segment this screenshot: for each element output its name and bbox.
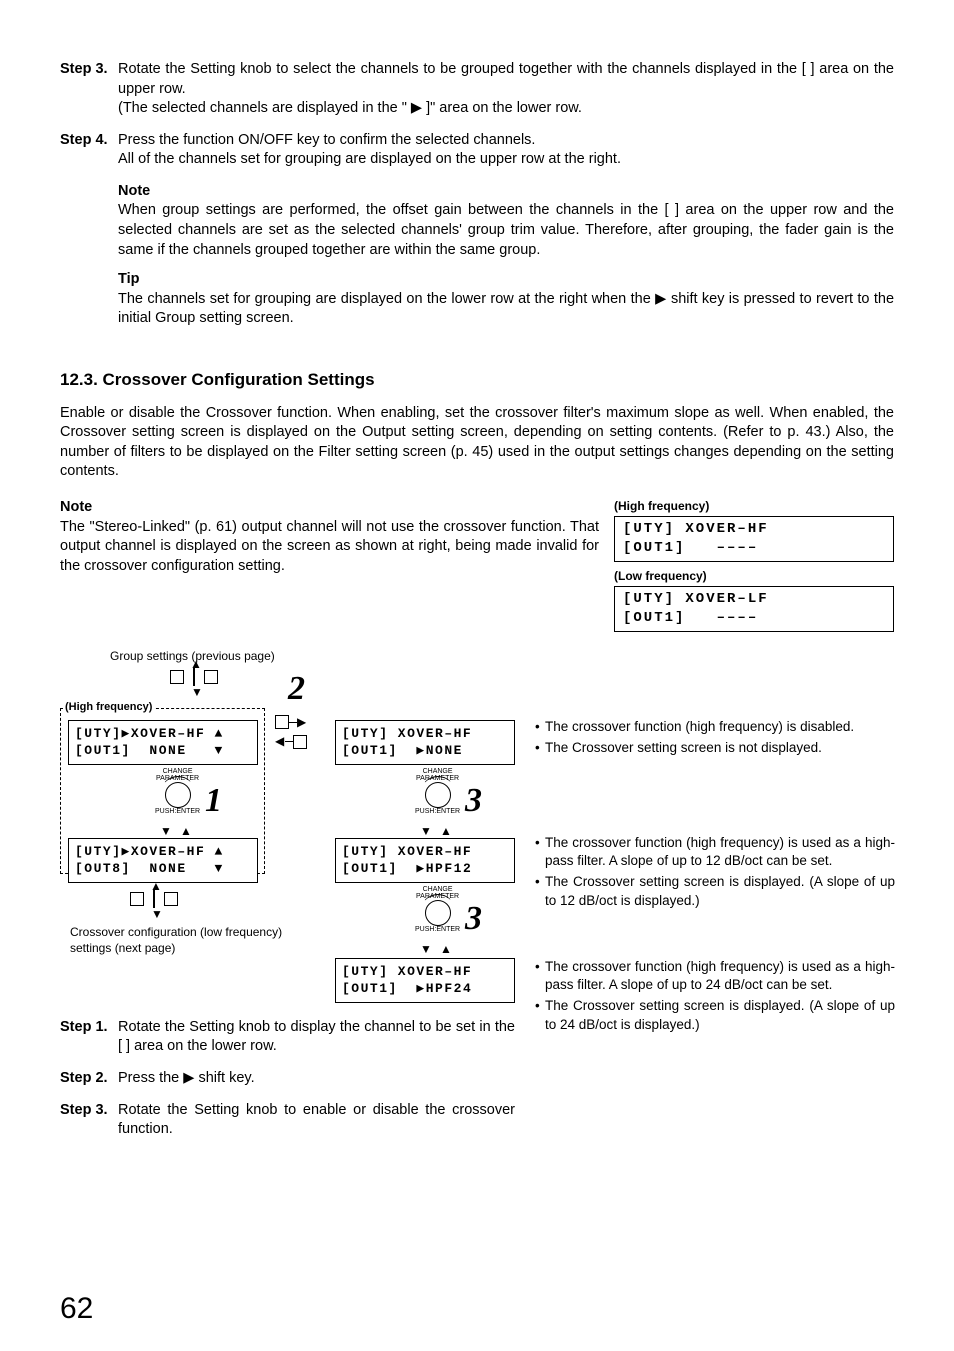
note-hdr: Note	[118, 182, 894, 202]
triangle-right-icon: ▶	[411, 99, 422, 119]
step2-a: Press the	[118, 1070, 183, 1086]
step3b-label: Step 3.	[60, 1101, 118, 1140]
step4-text: Press the function ON/OFF key to confirm…	[118, 132, 535, 148]
b1b: The Crossover setting screen is not disp…	[545, 739, 822, 757]
lcd-d: [UTY] XOVER–HF [OUT1] ▶HPF12	[335, 838, 515, 883]
note-block: Note When group settings are performed, …	[118, 182, 894, 260]
step3-bot: Step 3. Rotate the Setting knob to enabl…	[60, 1101, 515, 1140]
lcd-c-l1: [UTY] XOVER–HF	[342, 726, 472, 741]
lcd-e-l1: [UTY] XOVER–HF	[342, 964, 472, 979]
step3-extra-a: (The selected channels are displayed in …	[118, 100, 411, 116]
lcd-b-l2: [OUT8] NONE ▼	[75, 861, 224, 876]
bullets-hpf12: •The crossover function (high frequency)…	[535, 834, 895, 913]
arrow-up-icon: ▲	[440, 823, 452, 839]
num-2: 2	[288, 666, 305, 712]
nav-icon: ▲▼	[170, 668, 218, 688]
arrow-up-icon: ▲	[440, 941, 452, 957]
step1-bot: Step 1. Rotate the Setting knob to displ…	[60, 1018, 515, 1057]
step3-body: Rotate the Setting knob to select the ch…	[118, 60, 894, 119]
tip-block: Tip The channels set for grouping are di…	[118, 270, 894, 329]
page-number: 62	[60, 1289, 93, 1330]
nav-icon-3: ▲▼	[130, 890, 178, 910]
arrow-down-icon: ▼	[160, 823, 172, 839]
crossover-diagram: Group settings (previous page) ▲▼ 2 ▶ ◀ …	[60, 638, 894, 1288]
knob-push-label: PUSH:ENTER	[155, 808, 200, 815]
tip-hdr: Tip	[118, 270, 894, 290]
note-body: When group settings are performed, the o…	[118, 201, 894, 260]
step4-extra: All of the channels set for grouping are…	[118, 151, 621, 167]
knob-3a: CHANGEPARAMETER PUSH:ENTER	[415, 768, 460, 815]
arrow-up-icon: ▲	[180, 823, 192, 839]
lcd-a-l1: [UTY]▶XOVER–HF ▲	[75, 726, 224, 741]
bullet-icon: •	[535, 873, 545, 909]
step3-extra-b: ]" area on the lower row.	[422, 100, 582, 116]
nav-icon-2: ▶ ◀	[275, 713, 307, 752]
lf-label: (Low frequency)	[614, 568, 894, 584]
lcd-a: [UTY]▶XOVER–HF ▲ [OUT1] NONE ▼	[68, 720, 258, 765]
step3-text: Rotate the Setting knob to select the ch…	[118, 61, 894, 97]
step2-label: Step 2.	[60, 1069, 118, 1089]
step1-body: Rotate the Setting knob to display the c…	[118, 1018, 515, 1057]
step2-b: shift key.	[194, 1070, 254, 1086]
lcd-b: [UTY]▶XOVER–HF ▲ [OUT8] NONE ▼	[68, 838, 258, 883]
note2-body: The "Stereo-Linked" (p. 61) output chann…	[60, 518, 600, 577]
lcd-e-l2: [OUT1] ▶HPF24	[342, 981, 472, 996]
bullet-icon: •	[535, 997, 545, 1033]
intro-text: Enable or disable the Crossover function…	[60, 404, 894, 482]
lcd-a-l2: [OUT1] NONE ▼	[75, 743, 224, 758]
arrow-down-icon: ▼	[420, 823, 432, 839]
b3a: The crossover function (high frequency) …	[545, 958, 895, 994]
step3-label: Step 3.	[60, 60, 118, 119]
knob-3b: CHANGEPARAMETER PUSH:ENTER	[415, 886, 460, 933]
tip-body: The channels set for grouping are displa…	[118, 290, 894, 329]
triangle-right-icon: ▶	[183, 1070, 194, 1086]
step3-top: Step 3. Rotate the Setting knob to selec…	[60, 60, 894, 119]
lcd-hf-l2: [OUT1] ––––	[623, 540, 758, 556]
knob-1: CHANGEPARAMETER PUSH:ENTER	[155, 768, 200, 815]
lcd-d-l1: [UTY] XOVER–HF	[342, 844, 472, 859]
step1-label: Step 1.	[60, 1018, 118, 1057]
bullets-none: •The crossover function (high frequency)…	[535, 718, 895, 760]
tip-a: The channels set for grouping are displa…	[118, 291, 655, 307]
lcd-lf-l1: [UTY] XOVER–LF	[623, 591, 769, 607]
bullet-icon: •	[535, 834, 545, 870]
hf-inline-label: (High frequency)	[63, 700, 154, 715]
bullet-icon: •	[535, 739, 545, 757]
next-page-label: Crossover configuration (low frequency) …	[70, 924, 320, 956]
section-heading: 12.3. Crossover Configuration Settings	[60, 369, 894, 392]
lcd-c-l2: [OUT1] ▶NONE	[342, 743, 463, 758]
lcd-lf-l2: [OUT1] ––––	[623, 610, 758, 626]
b2a: The crossover function (high frequency) …	[545, 834, 895, 870]
lcd-lf-example: [UTY] XOVER–LF [OUT1] ––––	[614, 586, 894, 632]
arrow-down-icon: ▼	[420, 941, 432, 957]
num-1: 1	[205, 778, 222, 824]
step2-body: Press the ▶ shift key.	[118, 1069, 515, 1089]
lcd-d-l2: [OUT1] ▶HPF12	[342, 861, 472, 876]
triangle-right-icon: ▶	[655, 291, 666, 307]
num-3a: 3	[465, 778, 482, 824]
lcd-e: [UTY] XOVER–HF [OUT1] ▶HPF24	[335, 958, 515, 1003]
lcd-c: [UTY] XOVER–HF [OUT1] ▶NONE	[335, 720, 515, 765]
lcd-b-l1: [UTY]▶XOVER–HF ▲	[75, 844, 224, 859]
step4-body: Press the function ON/OFF key to confirm…	[118, 131, 894, 170]
lcd-hf-example: [UTY] XOVER–HF [OUT1] ––––	[614, 516, 894, 562]
b3b: The Crossover setting screen is displaye…	[545, 997, 895, 1033]
step2-bot: Step 2. Press the ▶ shift key.	[60, 1069, 515, 1089]
step4-label: Step 4.	[60, 131, 118, 170]
num-3b: 3	[465, 896, 482, 942]
b2b: The Crossover setting screen is displaye…	[545, 873, 895, 909]
step4-top: Step 4. Press the function ON/OFF key to…	[60, 131, 894, 170]
hf-label: (High frequency)	[614, 498, 894, 514]
bottom-steps: Step 1. Rotate the Setting knob to displ…	[60, 1018, 515, 1152]
bullet-icon: •	[535, 718, 545, 736]
knob-push-label: PUSH:ENTER	[415, 926, 460, 933]
bullets-hpf24: •The crossover function (high frequency)…	[535, 958, 895, 1037]
bullet-icon: •	[535, 958, 545, 994]
b1a: The crossover function (high frequency) …	[545, 718, 854, 736]
step3b-body: Rotate the Setting knob to enable or dis…	[118, 1101, 515, 1140]
lcd-hf-l1: [UTY] XOVER–HF	[623, 521, 769, 537]
knob-push-label: PUSH:ENTER	[415, 808, 460, 815]
stereo-linked-examples: (High frequency) [UTY] XOVER–HF [OUT1] –…	[614, 498, 894, 638]
